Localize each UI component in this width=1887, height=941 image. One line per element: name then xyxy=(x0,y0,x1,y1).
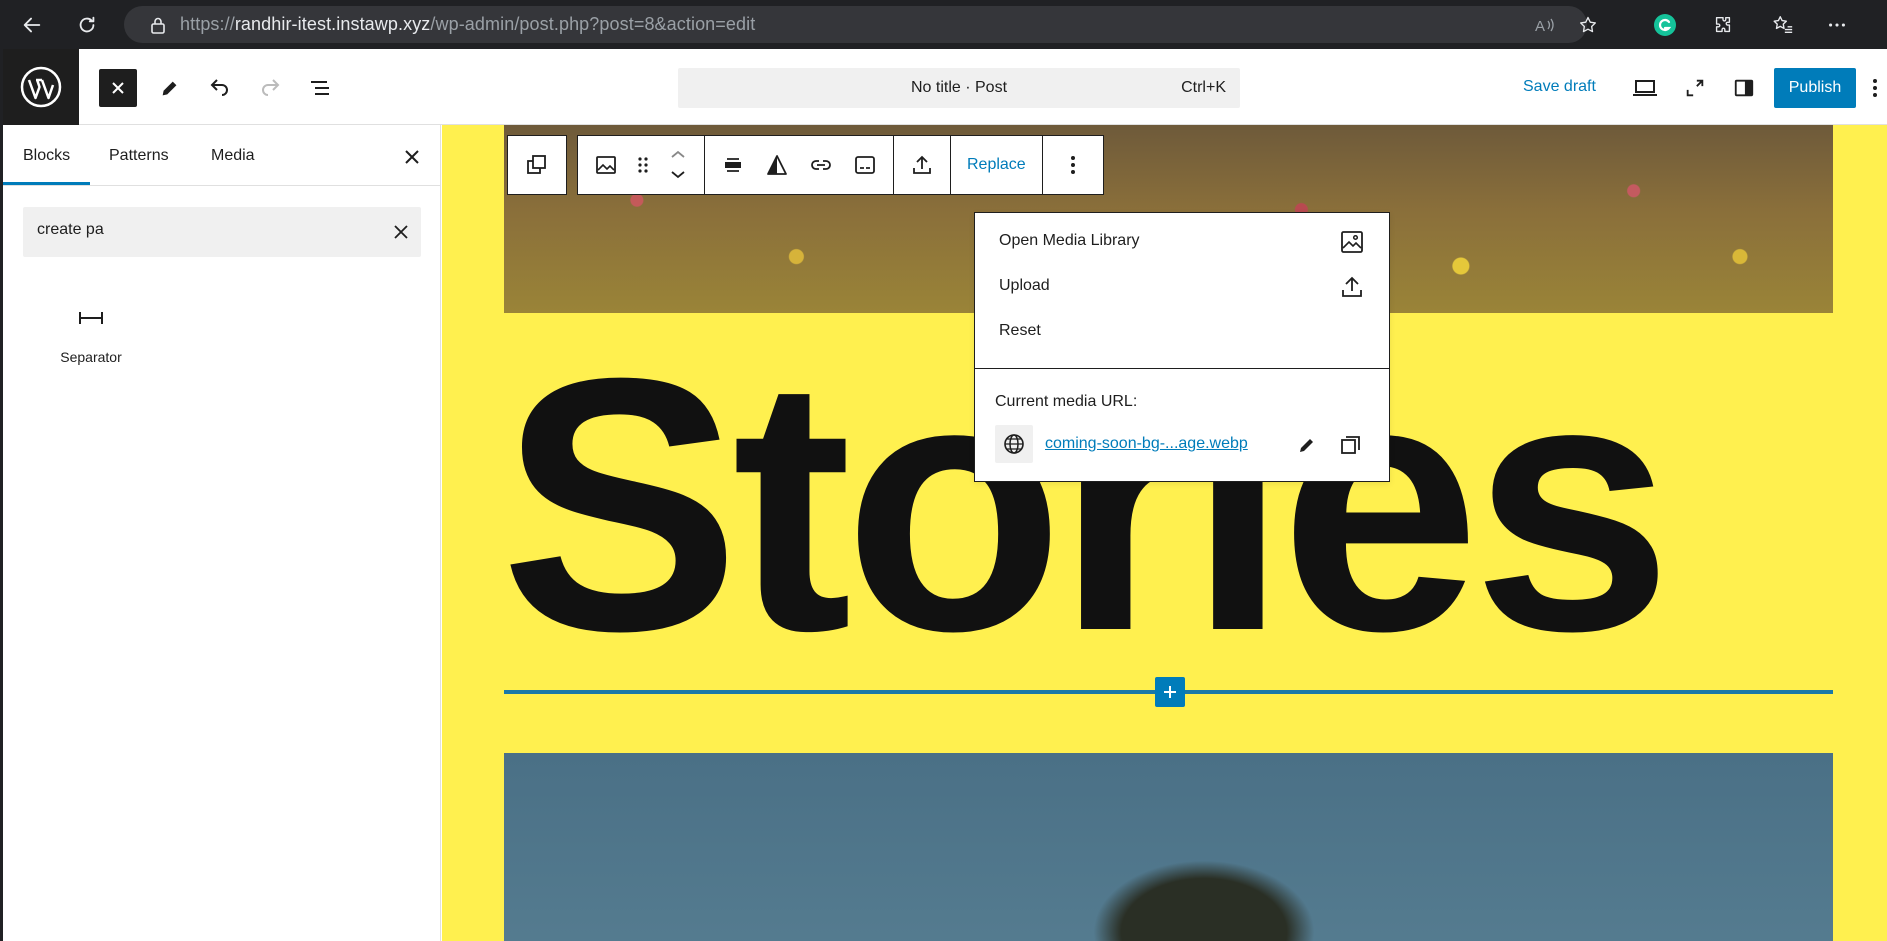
upload-icon[interactable] xyxy=(900,136,944,194)
menu-item-label: Reset xyxy=(999,322,1041,339)
block-result-separator[interactable]: Separator xyxy=(43,303,139,393)
select-parent-icon[interactable] xyxy=(508,136,566,194)
toolbar-upload-controls xyxy=(893,136,950,194)
command-palette-bar[interactable]: No title · Post Ctrl+K xyxy=(678,68,1240,108)
svg-text:A: A xyxy=(1535,18,1545,34)
url-host: randhir-itest.instawp.xyz xyxy=(234,14,431,34)
grammarly-icon[interactable] xyxy=(1648,8,1682,42)
close-icon[interactable] xyxy=(396,141,428,173)
align-icon[interactable] xyxy=(711,136,755,194)
keyboard-shortcut: Ctrl+K xyxy=(1181,79,1226,96)
separator-icon xyxy=(76,303,106,333)
clear-search-icon[interactable] xyxy=(388,219,414,245)
url-text[interactable]: https://randhir-itest.instawp.xyz/wp-adm… xyxy=(180,14,755,35)
pencil-edit-icon[interactable] xyxy=(1293,431,1321,459)
fullscreen-icon[interactable] xyxy=(1676,69,1714,107)
block-toolbar: Replace xyxy=(507,135,1114,195)
replace-media-menu: Open Media Library Upload Reset Current … xyxy=(974,212,1390,482)
copy-icon[interactable] xyxy=(1337,431,1365,459)
drag-handle-icon[interactable] xyxy=(628,136,658,194)
tree-silhouette xyxy=(1074,848,1334,941)
publish-button[interactable]: Publish xyxy=(1774,68,1856,108)
refresh-icon[interactable] xyxy=(70,8,104,42)
lock-icon[interactable] xyxy=(146,13,170,37)
move-up-down-icon[interactable] xyxy=(658,136,698,194)
image-block-sky[interactable] xyxy=(504,753,1833,941)
globe-icon xyxy=(995,425,1033,463)
settings-sidebar-icon[interactable] xyxy=(1725,69,1763,107)
editor-header: No title · Post Ctrl+K Save draft Publis… xyxy=(3,49,1887,125)
reset-item[interactable]: Reset xyxy=(975,309,1389,354)
menu-item-label: Open Media Library xyxy=(999,232,1140,249)
tools-pencil-icon[interactable] xyxy=(151,69,189,107)
wordpress-logo-icon[interactable] xyxy=(3,49,79,125)
block-result-label: Separator xyxy=(60,349,122,365)
url-path: /wp-admin/post.php?post=8&action=edit xyxy=(430,14,756,34)
block-editor: No title · Post Ctrl+K Save draft Publis… xyxy=(3,49,1887,941)
block-inserter-panel: Blocks Patterns Media Separator xyxy=(3,125,441,941)
document-title: No title · Post xyxy=(910,79,1008,96)
caption-icon[interactable] xyxy=(843,136,887,194)
undo-icon[interactable] xyxy=(201,69,239,107)
toolbar-block-controls xyxy=(578,136,704,194)
save-draft-button[interactable]: Save draft xyxy=(1523,78,1596,96)
menu-divider xyxy=(975,368,1389,369)
more-menu-icon[interactable] xyxy=(1820,8,1854,42)
toolbar-main-group: Replace xyxy=(577,135,1104,195)
tab-patterns[interactable]: Patterns xyxy=(109,147,169,165)
options-menu-icon[interactable] xyxy=(1863,69,1887,107)
toolbar-format-controls xyxy=(704,136,893,194)
url-scheme: https:// xyxy=(180,14,235,34)
extensions-icon[interactable] xyxy=(1706,8,1740,42)
toolbar-more-controls xyxy=(1041,136,1103,194)
active-tab-indicator xyxy=(3,182,90,185)
favorites-icon[interactable] xyxy=(1766,8,1800,42)
add-block-button[interactable] xyxy=(1155,677,1185,707)
media-url-link[interactable]: coming-soon-bg-...age.webp xyxy=(1045,435,1248,453)
document-overview-icon[interactable] xyxy=(301,69,339,107)
menu-item-label: Upload xyxy=(999,277,1050,294)
redo-icon[interactable] xyxy=(251,69,289,107)
address-bar[interactable]: https://randhir-itest.instawp.xyz/wp-adm… xyxy=(124,6,1596,43)
preview-device-icon[interactable] xyxy=(1626,69,1664,107)
block-search xyxy=(23,207,421,257)
image-block-icon[interactable] xyxy=(584,136,628,194)
current-media-url-label: Current media URL: xyxy=(995,393,1138,410)
tab-media[interactable]: Media xyxy=(211,147,255,165)
upload-icon xyxy=(1339,274,1365,300)
more-options-icon[interactable] xyxy=(1048,136,1098,194)
tab-blocks[interactable]: Blocks xyxy=(23,147,70,165)
upload-item[interactable]: Upload xyxy=(975,264,1389,309)
inserter-tabs: Blocks Patterns Media xyxy=(3,125,440,186)
replace-button[interactable]: Replace xyxy=(951,136,1042,194)
image-icon xyxy=(1339,229,1365,255)
duotone-filter-icon[interactable] xyxy=(755,136,799,194)
toolbar-parent-group xyxy=(507,135,567,195)
link-icon[interactable] xyxy=(799,136,843,194)
read-aloud-icon[interactable]: A xyxy=(1534,14,1556,36)
back-arrow-icon[interactable] xyxy=(15,8,49,42)
search-input[interactable] xyxy=(37,221,357,239)
favorite-star-icon[interactable] xyxy=(1577,14,1599,36)
browser-toolbar: https://randhir-itest.instawp.xyz/wp-adm… xyxy=(0,0,1887,49)
close-inserter-button[interactable] xyxy=(99,69,137,107)
open-media-library-item[interactable]: Open Media Library xyxy=(975,219,1389,264)
toolbar-replace-controls: Replace xyxy=(950,136,1042,194)
